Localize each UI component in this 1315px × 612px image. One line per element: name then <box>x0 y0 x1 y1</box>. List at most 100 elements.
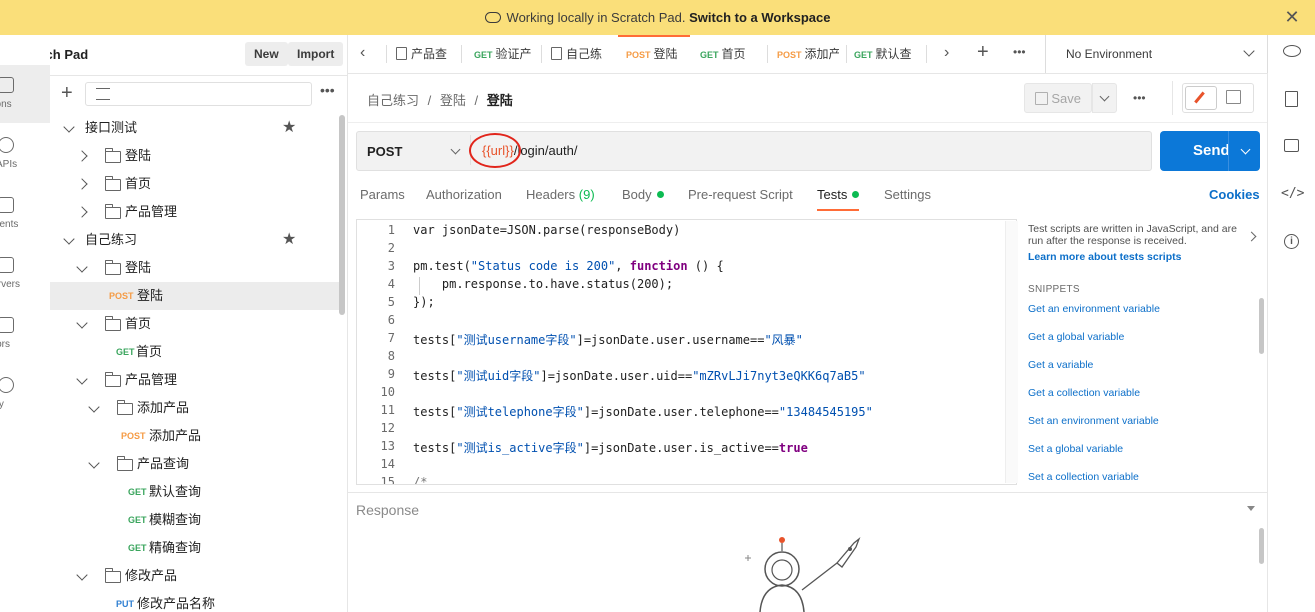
documentation-icon[interactable] <box>1285 91 1298 107</box>
tabs-more-icon[interactable]: ••• <box>1013 45 1026 59</box>
cookies-link[interactable]: Cookies <box>1209 187 1260 202</box>
tree-item-folder[interactable]: 产品管理 <box>50 198 339 226</box>
tab-item[interactable]: GET 默认查 <box>854 35 916 73</box>
chevron-down-icon[interactable] <box>76 373 88 385</box>
tab-item[interactable]: 自己练 <box>551 35 608 73</box>
breadcrumb-folder[interactable]: 登陆 <box>440 93 466 108</box>
tree-item-request[interactable]: GET 模糊查询 <box>50 506 339 534</box>
save-button[interactable]: Save <box>1024 83 1092 113</box>
tabs-scroll-right-icon[interactable]: › <box>944 44 949 62</box>
send-button[interactable]: Send <box>1160 131 1260 171</box>
tests-script-editor[interactable]: 1 2 3 4 5 6 7 8 9 10 11 12 13 14 15 var … <box>356 219 1017 485</box>
chevron-down-icon[interactable] <box>88 457 100 469</box>
tab-prerequest-script[interactable]: Pre-request Script <box>688 187 793 202</box>
snippet-item[interactable]: Get an environment variable <box>1028 303 1160 315</box>
tree-item-folder[interactable]: 首页 <box>50 170 339 198</box>
chevron-down-icon[interactable] <box>76 569 88 581</box>
star-icon[interactable]: ★ <box>282 114 296 142</box>
tab-label: 登陆 <box>653 47 678 61</box>
chevron-down-icon[interactable] <box>76 261 88 273</box>
learn-tests-link[interactable]: Learn more about tests scripts <box>1028 251 1253 263</box>
response-scrollbar[interactable] <box>1259 528 1264 564</box>
tab-tests[interactable]: Tests <box>817 187 860 211</box>
tree-item-folder[interactable]: 首页 <box>50 310 339 338</box>
rail-history[interactable]: istory <box>0 365 50 423</box>
response-divider[interactable] <box>348 492 1267 493</box>
chevron-down-icon[interactable] <box>1240 144 1251 155</box>
chevron-right-icon[interactable] <box>76 178 88 190</box>
tree-item-request[interactable]: POST 添加产品 <box>50 422 339 450</box>
chevron-down-icon[interactable] <box>88 401 100 413</box>
tab-item-active[interactable]: POST 登陆 <box>618 35 690 73</box>
snippet-item[interactable]: Get a global variable <box>1028 331 1124 343</box>
tree-item-folder[interactable]: 登陆 <box>50 254 339 282</box>
tab-label: 验证产 <box>495 47 532 61</box>
snippet-item[interactable]: Set a collection variable <box>1028 471 1139 483</box>
comments-icon[interactable] <box>1226 90 1241 104</box>
tab-item[interactable]: POST 添加产 <box>777 35 839 73</box>
tree-item-label: 模糊查询 <box>149 512 202 527</box>
tree-item-request-selected[interactable]: POST 登陆 <box>50 282 339 310</box>
mock-servers-icon <box>0 257 14 273</box>
chevron-right-icon[interactable] <box>76 150 88 162</box>
save-options-button[interactable] <box>1092 83 1117 113</box>
snippet-item[interactable]: Get a collection variable <box>1028 387 1140 399</box>
tab-item[interactable]: GET 首页 <box>700 35 760 73</box>
tab-body[interactable]: Body <box>622 187 664 202</box>
chevron-down-icon[interactable] <box>63 233 75 245</box>
import-button[interactable]: Import <box>288 42 344 66</box>
tab-item[interactable]: 产品查 <box>396 35 456 73</box>
chevron-right-icon[interactable] <box>76 206 88 218</box>
tab-settings[interactable]: Settings <box>884 187 931 202</box>
rail-apis[interactable]: APIs <box>0 125 50 183</box>
new-button[interactable]: New <box>245 42 288 66</box>
rail-collections[interactable]: ections <box>0 65 50 123</box>
tab-headers[interactable]: Headers (9) <box>526 187 595 202</box>
eye-icon[interactable] <box>1283 45 1301 57</box>
snippet-item[interactable]: Set a global variable <box>1028 443 1123 455</box>
new-tab-icon[interactable]: + <box>977 41 989 64</box>
breadcrumb-collection[interactable]: 自己练习 <box>367 93 419 108</box>
tree-item-request[interactable]: PUT 修改产品名称 <box>50 590 339 612</box>
environment-selector[interactable]: No Environment <box>1066 47 1152 61</box>
tree-item-collection[interactable]: 接口测试 ★ <box>50 114 339 142</box>
method-select[interactable]: POST <box>367 144 402 159</box>
editor-scrollbar[interactable] <box>1005 221 1018 483</box>
sidebar-scrollbar[interactable] <box>339 115 345 315</box>
rail-environments[interactable]: onments <box>0 185 50 243</box>
tree-item-folder[interactable]: 添加产品 <box>50 394 339 422</box>
tree-item-collection[interactable]: 自己练习 ★ <box>50 226 339 254</box>
tree-item-request[interactable]: GET 默认查询 <box>50 478 339 506</box>
code-snippet-icon[interactable]: </> <box>1281 186 1304 201</box>
snippet-item[interactable]: Get a variable <box>1028 359 1093 371</box>
snippet-item[interactable]: Set an environment variable <box>1028 415 1159 427</box>
code-line: }); <box>413 295 435 309</box>
close-banner-icon[interactable]: ✕ <box>1283 8 1301 26</box>
switch-workspace-link[interactable]: Switch to a Workspace <box>689 10 830 25</box>
chevron-down-icon[interactable] <box>63 121 75 133</box>
sidebar-more-icon[interactable]: ••• <box>320 82 335 98</box>
tab-item[interactable]: GET 验证产 <box>474 35 534 73</box>
rail-mock-servers[interactable]: t Servers <box>0 245 50 303</box>
tab-authorization[interactable]: Authorization <box>426 187 502 202</box>
add-collection-icon[interactable]: + <box>61 83 73 103</box>
tree-item-folder[interactable]: 产品查询 <box>50 450 339 478</box>
rail-monitors[interactable]: onitors <box>0 305 50 363</box>
comments-icon[interactable] <box>1284 139 1299 152</box>
chevron-down-icon[interactable] <box>1243 45 1255 57</box>
tree-item-request[interactable]: GET 精确查询 <box>50 534 339 562</box>
info-icon[interactable]: i <box>1284 234 1299 249</box>
tab-params[interactable]: Params <box>360 187 405 202</box>
tree-item-folder[interactable]: 登陆 <box>50 142 339 170</box>
snippets-scrollbar[interactable] <box>1259 298 1264 354</box>
star-icon[interactable]: ★ <box>282 226 296 254</box>
filter-input[interactable] <box>85 82 312 106</box>
tree-item-request[interactable]: GET 首页 <box>50 338 339 366</box>
collapse-response-icon[interactable] <box>1247 506 1255 511</box>
request-more-icon[interactable]: ••• <box>1133 91 1146 105</box>
chevron-down-icon[interactable] <box>76 317 88 329</box>
edit-mode-button[interactable] <box>1185 86 1217 110</box>
tabs-scroll-left-icon[interactable]: ‹ <box>360 44 365 62</box>
tree-item-folder[interactable]: 修改产品 <box>50 562 339 590</box>
tree-item-folder[interactable]: 产品管理 <box>50 366 339 394</box>
